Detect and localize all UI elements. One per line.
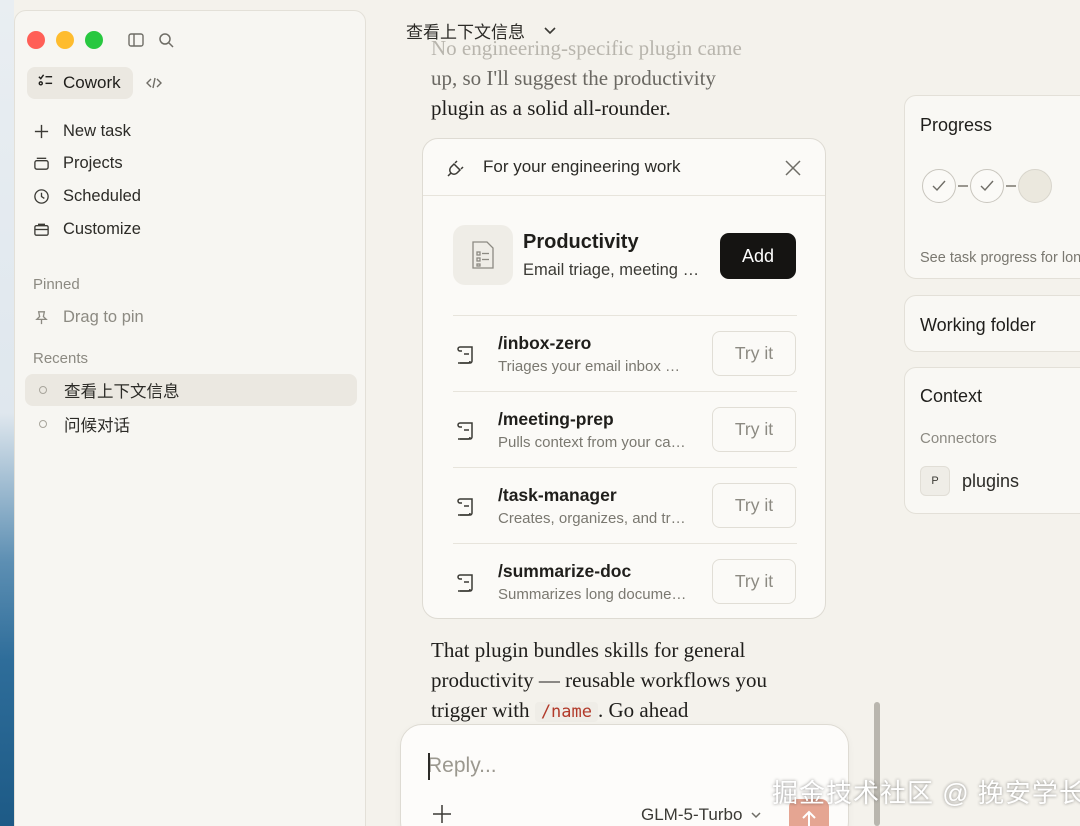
pin-icon: [35, 310, 48, 324]
message-line: No engineering-specific plugin came: [431, 36, 742, 60]
maximize-window-button[interactable]: [85, 31, 103, 49]
sidebar-item-label: Projects: [63, 153, 123, 172]
recent-item-label: 查看上下文信息: [64, 383, 180, 401]
step-pending-icon: [1018, 169, 1052, 203]
try-it-button[interactable]: Try it: [712, 407, 796, 452]
try-it-button[interactable]: Try it: [712, 559, 796, 604]
progress-title: Progress: [920, 115, 993, 135]
sidebar-item-new-task[interactable]: New task: [33, 117, 131, 145]
sidebar-item-projects[interactable]: Projects: [33, 149, 123, 177]
scroll-icon: [457, 422, 473, 440]
progress-panel: Progress See task progress for long task…: [904, 95, 1080, 279]
status-dot-icon: [39, 386, 47, 394]
message-line: up, so I'll suggest the productivity: [431, 66, 716, 90]
drag-to-pin-hint: Drag to pin: [33, 303, 144, 331]
plugin-suggestion-card: For your engineering work Productivity E…: [422, 138, 826, 619]
skill-row: /task-manager Creates, organizes, and tr…: [453, 467, 797, 543]
code-icon[interactable]: [145, 74, 163, 92]
list-check-icon: [37, 72, 54, 94]
step-connector: [1006, 185, 1016, 187]
scroll-icon: [457, 498, 473, 516]
skill-row: /meeting-prep Pulls context from your ca…: [453, 391, 797, 467]
attach-plus-icon[interactable]: [431, 803, 453, 825]
step-done-check-icon: [970, 169, 1004, 203]
try-it-button[interactable]: Try it: [712, 483, 796, 528]
sidebar-item-label: Scheduled: [63, 186, 141, 205]
reply-input[interactable]: [427, 751, 817, 781]
chat-main: 查看上下文信息 No engineering-specific plugin c…: [366, 0, 1080, 826]
plug-icon: [445, 157, 467, 179]
scroll-icon: [457, 346, 473, 364]
skill-description: Pulls context from your calendar and not…: [498, 434, 688, 451]
sidebar: Cowork New task Projects Scheduled Custo…: [14, 10, 366, 826]
recent-item-active[interactable]: 查看上下文信息: [25, 374, 357, 406]
context-panel: Context Connectors P plugins: [904, 367, 1080, 514]
recent-item[interactable]: 问候对话: [25, 408, 357, 440]
message-text: . Go ahead: [598, 698, 689, 722]
sidebar-toggle-icon[interactable]: [127, 31, 145, 49]
try-it-button[interactable]: Try it: [712, 331, 796, 376]
recent-item-label: 问候对话: [64, 417, 130, 435]
working-folder-panel[interactable]: Working folder: [904, 295, 1080, 352]
context-title: Context: [920, 386, 983, 406]
card-header-title: For your engineering work: [483, 157, 681, 176]
add-plugin-button[interactable]: Add: [720, 233, 796, 279]
step-connector: [958, 185, 968, 187]
skill-description: Triages your email inbox and drafts repl…: [498, 358, 688, 375]
skill-name: /summarize-doc: [498, 561, 632, 581]
productivity-plugin-icon: [453, 225, 513, 285]
chevron-down-icon: [751, 812, 761, 819]
skill-description: Creates, organizes, and tracks your task…: [498, 510, 688, 527]
search-icon[interactable]: [157, 31, 175, 49]
close-window-button[interactable]: [27, 31, 45, 49]
briefcase-icon: [34, 223, 49, 236]
clock-icon: [34, 188, 49, 204]
progress-note: See task progress for long tasks.: [920, 250, 1080, 266]
sidebar-item-label: New task: [63, 121, 131, 140]
status-dot-icon: [39, 420, 47, 428]
pin-hint-label: Drag to pin: [63, 307, 144, 326]
folder-icon: [34, 157, 49, 170]
skill-row: /inbox-zero Triages your email inbox and…: [453, 315, 797, 391]
plugin-description: Email triage, meeting prep, task managem…: [523, 261, 708, 279]
connectors-label: Connectors: [920, 430, 997, 447]
plugin-name: Productivity: [523, 231, 639, 253]
minimize-window-button[interactable]: [56, 31, 74, 49]
cowork-label: Cowork: [63, 73, 121, 92]
recents-heading: Recents: [33, 350, 89, 367]
close-icon[interactable]: [783, 158, 803, 178]
skill-name: /inbox-zero: [498, 333, 592, 353]
skill-description: Summarizes long documents into key point…: [498, 586, 688, 603]
cowork-mode-button[interactable]: Cowork: [27, 67, 133, 99]
watermark-text: 掘金技术社区 @ 挽安学长: [772, 778, 1080, 808]
skill-row: /summarize-doc Summarizes long documents…: [453, 543, 797, 619]
model-selector[interactable]: GLM-5-Turbo: [641, 805, 762, 825]
model-name: GLM-5-Turbo: [641, 805, 743, 824]
connector-name[interactable]: plugins: [962, 471, 1019, 492]
sidebar-item-scheduled[interactable]: Scheduled: [33, 182, 141, 210]
assistant-message-bottom: That plugin bundles skills for general p…: [431, 635, 791, 727]
skill-name: /task-manager: [498, 485, 617, 505]
card-header: For your engineering work: [423, 139, 825, 196]
plus-icon: [34, 124, 49, 138]
step-done-check-icon: [922, 169, 956, 203]
inline-code: /name: [534, 702, 598, 722]
scroll-icon: [457, 574, 473, 592]
skill-name: /meeting-prep: [498, 409, 614, 429]
connector-badge: P: [920, 466, 950, 496]
message-line: plugin as a solid all-rounder.: [431, 96, 671, 120]
working-folder-title: Working folder: [920, 315, 1036, 335]
arrow-up-icon: [802, 810, 816, 826]
assistant-message-top: No engineering-specific plugin came up, …: [431, 33, 791, 125]
pinned-heading: Pinned: [33, 276, 80, 293]
sidebar-item-label: Customize: [63, 219, 141, 238]
sidebar-item-customize[interactable]: Customize: [33, 215, 141, 243]
text-caret: [428, 753, 430, 780]
desktop-wallpaper: [0, 0, 14, 826]
